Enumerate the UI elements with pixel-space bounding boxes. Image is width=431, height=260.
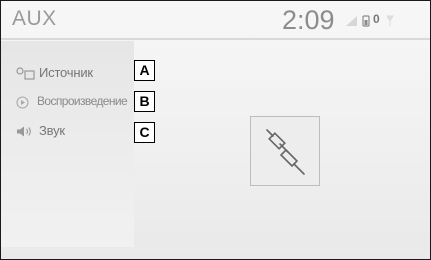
play-icon (16, 96, 30, 114)
aux-screen: AUX 2:09 0 Источник Воспроизведение Звук… (0, 0, 431, 260)
header-divider (1, 38, 430, 40)
menu-panel: Источник Воспроизведение Звук (1, 41, 134, 247)
aux-cable-icon (251, 129, 319, 189)
callout-a: A (134, 60, 155, 81)
clock: 2:09 (282, 5, 335, 35)
phone-battery-icon (362, 14, 370, 32)
signal-icon (345, 14, 358, 32)
callout-c: C (134, 122, 155, 143)
status-count: 0 (373, 12, 380, 26)
source-icon (16, 67, 36, 85)
antenna-icon (386, 14, 394, 32)
menu-item-label: Воспроизведение (37, 94, 128, 108)
aux-artwork (250, 116, 320, 186)
callout-b: B (134, 91, 155, 112)
screen-title: AUX (12, 7, 57, 30)
menu-item-sound[interactable]: Звук (1, 119, 134, 145)
menu-item-source[interactable]: Источник (1, 61, 134, 87)
menu-item-label: Источник (39, 65, 93, 80)
speaker-icon (16, 125, 34, 143)
menu-item-playback[interactable]: Воспроизведение (1, 90, 134, 116)
menu-item-label: Звук (39, 123, 65, 138)
